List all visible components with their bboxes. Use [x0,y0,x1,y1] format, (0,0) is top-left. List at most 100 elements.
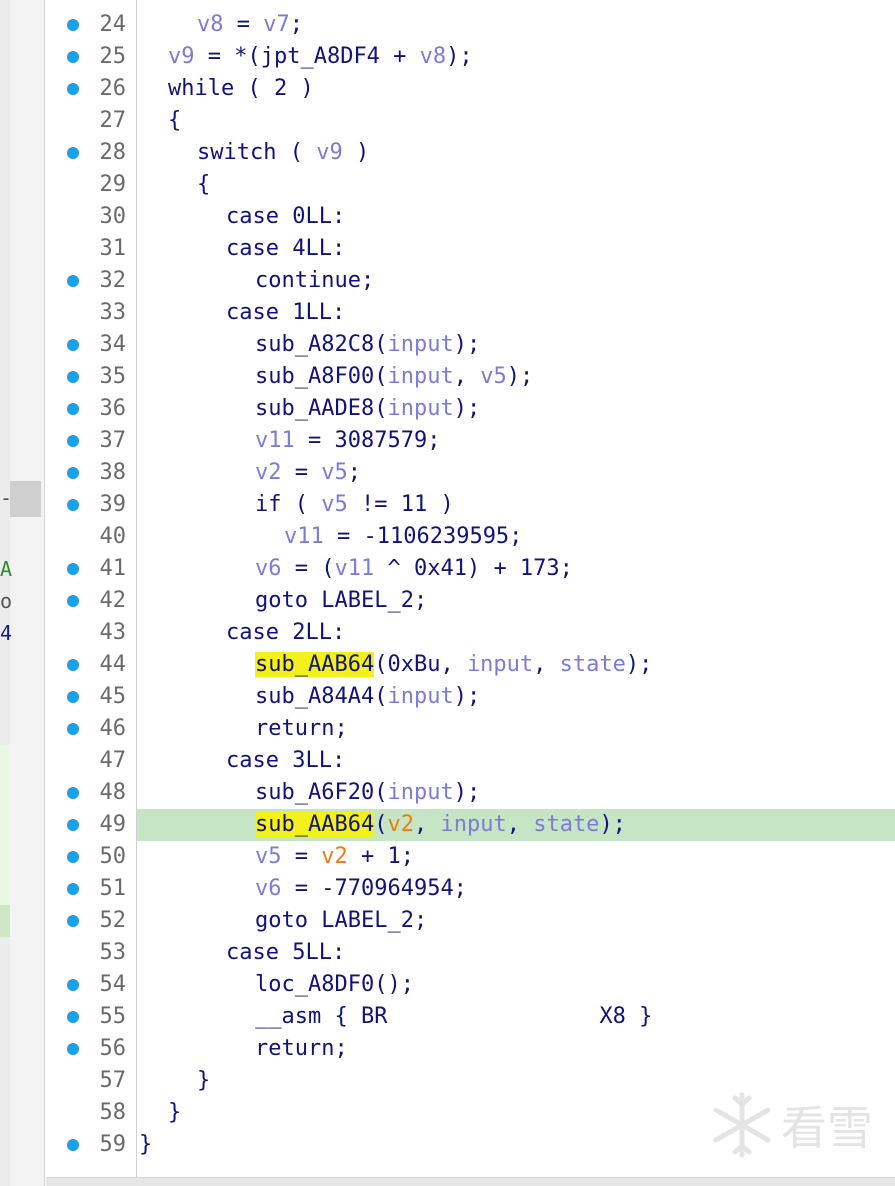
code-line[interactable]: 41 v6 = (v11 ^ 0x41) + 173; [0,553,895,585]
code-token[interactable]: = 3087579; [295,428,440,453]
code-token[interactable]: { [197,172,210,197]
code-line[interactable]: 44 sub_AAB64(0xBu, input, state); [0,649,895,681]
breakpoint-dot-icon[interactable] [67,819,79,831]
code-token[interactable]: __asm { BR X8 } [255,1004,652,1029]
breakpoint-dot-icon[interactable] [67,1043,79,1055]
breakpoint-dot-icon[interactable] [67,979,79,991]
code-token[interactable]: ); [626,652,653,677]
code-token[interactable]: = [224,12,264,37]
breakpoint-dot-icon[interactable] [67,19,79,31]
code-line[interactable]: 55 __asm { BR X8 } [0,1001,895,1033]
code-token[interactable]: if ( [255,492,321,517]
code-token[interactable]: ); [446,44,473,69]
code-token[interactable]: + 1; [348,844,414,869]
breakpoint-dot-icon[interactable] [67,51,79,63]
code-token[interactable]: switch ( [197,140,316,165]
variable-token[interactable]: v9 [168,44,195,69]
code-line[interactable]: 45 sub_A84A4(input); [0,681,895,713]
code-token[interactable]: ( [374,364,387,389]
breakpoint-dot-icon[interactable] [67,851,79,863]
breakpoint-dot-icon[interactable] [67,915,79,927]
code-line[interactable]: 26 while ( 2 ) [0,73,895,105]
variable-token[interactable]: v7 [263,12,290,37]
variable-token[interactable]: v11 [334,556,374,581]
code-line[interactable]: 51 v6 = -770964954; [0,873,895,905]
variable-token[interactable]: input [387,684,453,709]
code-token[interactable]: while ( 2 ) [168,76,314,101]
code-line[interactable]: 43 case 2LL: [0,617,895,649]
highlighted-symbol[interactable]: sub_AAB64 [255,812,375,837]
variable-token[interactable]: input [387,396,453,421]
code-token[interactable]: { [168,108,181,133]
breakpoint-dot-icon[interactable] [67,723,79,735]
breakpoint-dot-icon[interactable] [67,787,79,799]
code-line[interactable]: 29 { [0,169,895,201]
code-token[interactable]: ; [290,12,303,37]
variable-token[interactable]: v5 [480,364,507,389]
code-token[interactable]: , [533,652,560,677]
variable-token[interactable]: state [533,812,599,837]
variable-token[interactable]: v2 [255,460,282,485]
code-token[interactable]: (0xBu, [374,652,467,677]
code-token[interactable]: sub_A82C8 [255,332,374,357]
code-line[interactable]: 56 return; [0,1033,895,1065]
variable-token[interactable]: v8 [420,44,447,69]
breakpoint-dot-icon[interactable] [67,659,79,671]
code-line[interactable]: 35 sub_A8F00(input, v5); [0,361,895,393]
code-token[interactable]: ^ 0x41) + 173; [374,556,572,581]
breakpoint-dot-icon[interactable] [67,339,79,351]
breakpoint-dot-icon[interactable] [67,403,79,415]
breakpoint-dot-icon[interactable] [67,883,79,895]
code-line[interactable]: 31 case 4LL: [0,233,895,265]
code-token[interactable]: goto LABEL_2; [255,908,427,933]
code-line[interactable]: 46 return; [0,713,895,745]
code-token[interactable]: return; [255,1036,348,1061]
code-token[interactable]: case 4LL: [226,236,345,261]
code-token[interactable]: = -770964954; [282,876,467,901]
code-token[interactable]: ); [599,812,626,837]
code-token[interactable]: case 1LL: [226,300,345,325]
variable-token[interactable]: v5 [255,844,282,869]
variable-token[interactable]: v9 [316,140,343,165]
code-token[interactable]: sub_AADE8 [255,396,374,421]
code-token[interactable]: case 0LL: [226,204,345,229]
code-token[interactable]: , [414,812,441,837]
variable-token[interactable]: input [387,332,453,357]
code-line[interactable]: 25 v9 = *(jpt_A8DF4 + v8); [0,41,895,73]
breakpoint-dot-icon[interactable] [67,435,79,447]
variable-token[interactable]: input [387,780,453,805]
code-token[interactable]: ) [343,140,369,165]
current-code-line[interactable]: 49 sub_AAB64(v2, input, state); [0,809,895,841]
code-token[interactable]: , [454,364,481,389]
code-token[interactable]: = [282,844,322,869]
breakpoint-dot-icon[interactable] [67,563,79,575]
code-token[interactable]: case 3LL: [226,748,345,773]
code-line[interactable]: 52 goto LABEL_2; [0,905,895,937]
variable-token[interactable]: v2 [387,812,414,837]
code-token[interactable]: continue; [255,268,374,293]
code-token[interactable]: , [507,812,534,837]
code-line[interactable]: 32 continue; [0,265,895,297]
code-line[interactable]: 42 goto LABEL_2; [0,585,895,617]
code-token[interactable]: sub_A84A4 [255,684,374,709]
code-line[interactable]: 37 v11 = 3087579; [0,425,895,457]
breakpoint-dot-icon[interactable] [67,595,79,607]
code-token[interactable]: ); [454,396,481,421]
code-token[interactable]: ); [454,332,481,357]
code-token[interactable]: ); [454,780,481,805]
horizontal-scrollbar[interactable] [46,1177,895,1186]
code-token[interactable]: != 11 ) [348,492,454,517]
code-token[interactable]: goto LABEL_2; [255,588,427,613]
code-token[interactable]: } [139,1132,152,1157]
code-line[interactable]: 47 case 3LL: [0,745,895,777]
breakpoint-dot-icon[interactable] [67,467,79,479]
code-line[interactable]: 48 sub_A6F20(input); [0,777,895,809]
variable-token[interactable]: v8 [197,12,224,37]
variable-token[interactable]: input [467,652,533,677]
breakpoint-dot-icon[interactable] [67,147,79,159]
code-token[interactable]: return; [255,716,348,741]
variable-token[interactable]: v6 [255,556,282,581]
breakpoint-dot-icon[interactable] [67,691,79,703]
breakpoint-dot-icon[interactable] [67,1011,79,1023]
highlighted-symbol[interactable]: sub_AAB64 [255,652,375,677]
